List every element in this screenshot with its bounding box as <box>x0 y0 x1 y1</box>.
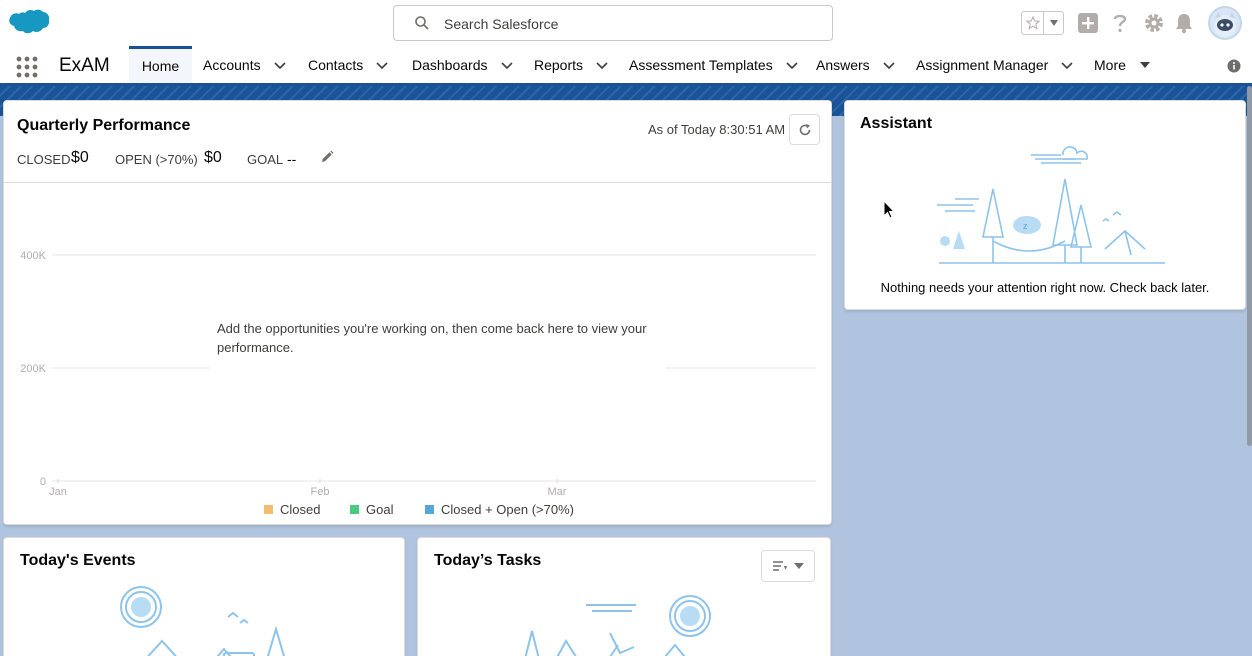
tab-reports[interactable]: Reports <box>534 46 609 83</box>
chevron-down-icon[interactable] <box>595 58 609 72</box>
x-tick-label: Jan <box>49 486 67 498</box>
chevron-down-icon[interactable] <box>882 58 896 72</box>
tab-more[interactable]: More <box>1094 46 1152 83</box>
question-icon <box>1113 14 1127 33</box>
task-filter-button[interactable] <box>761 550 815 582</box>
help-button[interactable] <box>1108 11 1132 35</box>
setup-button[interactable] <box>1142 11 1166 35</box>
chevron-down-icon[interactable] <box>785 58 799 72</box>
y-tick-label: 400K <box>20 250 46 262</box>
tab-label: More <box>1094 56 1126 73</box>
closed-label: CLOSED <box>17 152 71 167</box>
chevron-down-icon[interactable] <box>500 58 514 72</box>
star-icon <box>1025 16 1040 30</box>
app-nav-bar: ExAM Home Accounts Contacts Dashboards R… <box>0 46 1252 86</box>
caret-down-icon <box>794 563 804 569</box>
legend-label: Closed + Open (>70%) <box>441 502 574 517</box>
svg-text:z: z <box>1023 221 1028 231</box>
todays-tasks-card: Today’s Tasks <box>417 537 831 656</box>
card-title: Assistant <box>860 115 933 132</box>
tab-home[interactable]: Home <box>129 46 192 83</box>
search-box[interactable] <box>393 5 833 41</box>
chart-empty-message: Add the opportunities you're working on,… <box>217 321 647 355</box>
tab-label: Accounts <box>203 56 261 73</box>
tab-label: Assessment Templates <box>629 56 773 73</box>
tasks-illustration <box>524 595 711 656</box>
tab-label: Dashboards <box>412 56 488 73</box>
favorites-group <box>1021 11 1064 35</box>
info-icon[interactable] <box>1227 59 1241 73</box>
closed-value: $0 <box>71 149 89 166</box>
tab-label: Assignment Manager <box>916 56 1049 73</box>
caret-down-icon <box>1049 20 1058 26</box>
tab-answers[interactable]: Answers <box>816 46 896 83</box>
todays-events-card: Today's Events <box>3 537 405 656</box>
tab-assessment-templates[interactable]: Assessment Templates <box>629 46 799 83</box>
app-name: ExAM <box>59 55 110 76</box>
legend-swatch <box>350 505 359 514</box>
performance-chart: 400K 200K 0Jan Feb Mar Add the opportunities… <box>20 250 816 517</box>
global-header <box>0 0 1252 46</box>
y-tick-label: 0 <box>40 476 46 488</box>
card-title: Quarterly Performance <box>17 117 191 134</box>
legend-label: Goal <box>366 502 394 517</box>
notifications-button[interactable] <box>1172 11 1196 35</box>
page-scrollbar[interactable] <box>1247 86 1252 446</box>
tab-dashboards[interactable]: Dashboards <box>412 46 514 83</box>
card-title: Today's Events <box>20 552 136 569</box>
goal-value: -- <box>287 151 297 167</box>
favorites-menu-button[interactable] <box>1044 12 1063 34</box>
refresh-icon <box>799 123 810 135</box>
tab-label: Answers <box>816 56 870 73</box>
hammock-illustration: z <box>937 146 1165 264</box>
card-title: Today’s Tasks <box>434 552 542 569</box>
user-avatar[interactable] <box>1208 6 1242 40</box>
chevron-down-icon[interactable] <box>1060 58 1074 72</box>
legend-label: Closed <box>280 502 320 517</box>
quarterly-performance-card: Quarterly Performance As of Today 8:30:5… <box>3 100 832 525</box>
search-icon <box>415 16 429 30</box>
as-of-timestamp: As of Today 8:30:51 AM <box>648 122 786 137</box>
tab-label: Home <box>141 58 180 74</box>
salesforce-logo[interactable] <box>8 8 50 36</box>
refresh-button[interactable] <box>789 114 820 145</box>
legend-swatch <box>264 505 273 514</box>
astro-avatar-icon <box>1214 12 1236 37</box>
mouse-pointer-icon <box>883 200 895 219</box>
tab-accounts[interactable]: Accounts <box>203 46 287 83</box>
open-label: OPEN (>70%) <box>115 152 198 167</box>
favorite-star-button[interactable] <box>1022 12 1045 34</box>
events-illustration <box>120 586 285 656</box>
tab-label: Reports <box>534 56 584 73</box>
chevron-down-icon[interactable] <box>273 58 287 72</box>
caret-down-icon[interactable] <box>1138 58 1152 72</box>
tab-contacts[interactable]: Contacts <box>308 46 389 83</box>
plus-icon <box>1078 13 1098 33</box>
bell-icon <box>1176 14 1192 34</box>
y-tick-label: 200K <box>20 363 46 375</box>
tab-assignment-manager[interactable]: Assignment Manager <box>916 46 1074 83</box>
gear-icon <box>1145 14 1163 32</box>
global-actions-button[interactable] <box>1076 11 1100 35</box>
legend-swatch <box>425 505 434 514</box>
sort-list-icon <box>773 561 787 571</box>
goal-label: GOAL <box>247 152 284 167</box>
x-tick-label: Feb <box>311 486 330 498</box>
chevron-down-icon[interactable] <box>375 58 389 72</box>
open-value: $0 <box>204 149 222 166</box>
edit-goal-icon[interactable] <box>320 150 334 164</box>
assistant-message: Nothing needs your attention right now. … <box>880 280 1210 295</box>
app-launcher-icon[interactable] <box>16 56 38 78</box>
tab-label: Contacts <box>308 56 364 73</box>
search-input[interactable] <box>444 14 814 34</box>
assistant-card: Assistant z Nothing needs your attention… <box>844 100 1246 310</box>
x-tick-label: Mar <box>548 486 567 498</box>
